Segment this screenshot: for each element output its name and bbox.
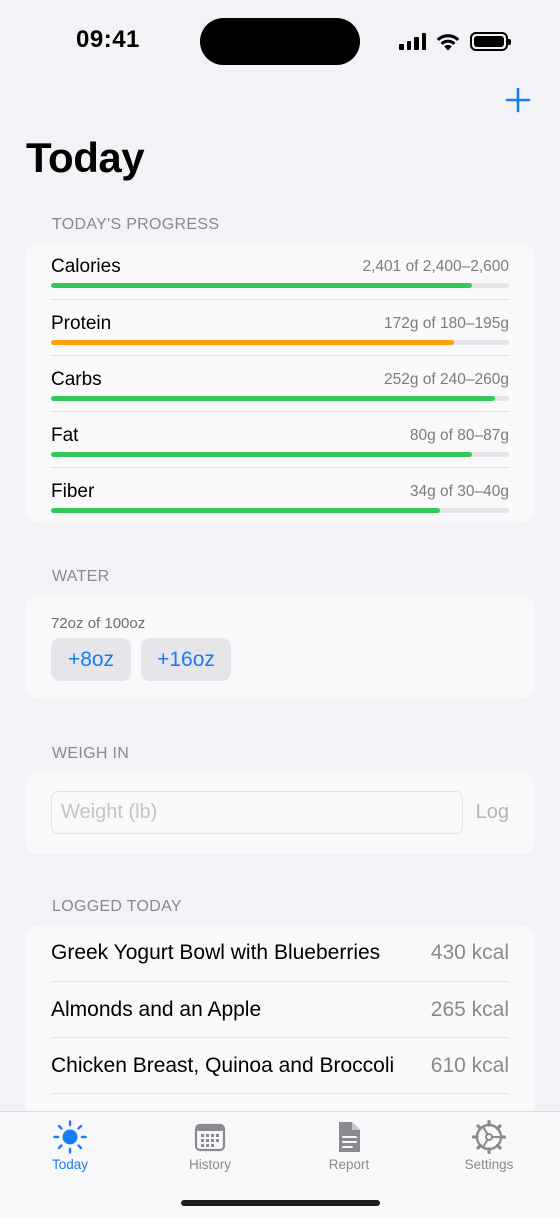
progress-value: 34g of 30–40g xyxy=(409,483,509,500)
tab-history[interactable]: History xyxy=(155,1120,265,1172)
progress-bar xyxy=(51,396,509,401)
tab-label: History xyxy=(188,1157,231,1172)
progress-fill xyxy=(51,340,455,345)
progress-label: Calories xyxy=(51,256,121,277)
list-item[interactable]: Almonds and an Apple 265 kcal xyxy=(51,981,509,1037)
food-name: Greek Yogurt Bowl with Blueberries xyxy=(51,941,381,964)
progress-label: Protein xyxy=(51,313,112,334)
water-section-header: WATER xyxy=(52,568,110,585)
food-kcal: 610 kcal xyxy=(430,1054,509,1077)
add-8oz-button[interactable]: +8oz xyxy=(51,638,131,681)
weigh-in-card: Log xyxy=(25,772,535,854)
food-name: Chicken Breast, Quinoa and Broccoli xyxy=(51,1054,395,1077)
progress-value: 2,401 of 2,400–2,600 xyxy=(362,258,509,275)
food-kcal: 430 kcal xyxy=(430,941,509,964)
dynamic-island xyxy=(200,18,360,65)
food-kcal: 265 kcal xyxy=(430,998,509,1021)
progress-bar xyxy=(51,340,509,345)
progress-label: Fat xyxy=(51,425,79,446)
status-bar: 09:41 xyxy=(0,0,560,80)
progress-section-header: TODAY'S PROGRESS xyxy=(52,216,220,233)
progress-card: Calories 2,401 of 2,400–2,600 Protein 17… xyxy=(25,243,535,523)
progress-row-fiber: Fiber 34g of 30–40g xyxy=(51,467,509,523)
sun-icon xyxy=(53,1120,87,1154)
tab-label: Settings xyxy=(464,1157,514,1172)
progress-fill xyxy=(51,283,473,288)
plus-icon[interactable] xyxy=(504,86,532,114)
tab-report[interactable]: Report xyxy=(294,1120,404,1172)
progress-bar xyxy=(51,452,509,457)
page-title: Today xyxy=(26,134,145,181)
add-16oz-button[interactable]: +16oz xyxy=(141,638,231,681)
weigh-in-section-header: WEIGH IN xyxy=(52,745,130,762)
status-time: 09:41 xyxy=(76,26,140,53)
progress-row-carbs: Carbs 252g of 240–260g xyxy=(51,355,509,411)
tab-settings[interactable]: Settings xyxy=(434,1120,544,1172)
logged-section-header: LOGGED TODAY xyxy=(52,898,182,915)
calendar-icon xyxy=(194,1123,226,1152)
progress-bar xyxy=(51,508,509,513)
progress-value: 80g of 80–87g xyxy=(409,427,509,444)
cellular-signal-icon xyxy=(399,32,426,50)
document-icon xyxy=(339,1122,360,1152)
weight-input[interactable] xyxy=(51,791,463,834)
log-button[interactable]: Log xyxy=(476,801,509,824)
progress-label: Fiber xyxy=(51,481,95,502)
gear-icon xyxy=(472,1120,506,1154)
progress-fill xyxy=(51,396,496,401)
tab-label: Report xyxy=(328,1157,370,1172)
food-name: Almonds and an Apple xyxy=(51,998,262,1021)
tab-label: Today xyxy=(51,1157,89,1172)
status-icons xyxy=(399,28,511,54)
battery-icon xyxy=(470,31,511,51)
tab-today[interactable]: Today xyxy=(15,1120,125,1172)
progress-value: 172g of 180–195g xyxy=(384,315,509,332)
list-item[interactable]: Chicken Breast, Quinoa and Broccoli 610 … xyxy=(51,1037,509,1093)
progress-value: 252g of 240–260g xyxy=(384,371,509,388)
progress-label: Carbs xyxy=(51,369,102,390)
progress-fill xyxy=(51,508,441,513)
progress-fill xyxy=(51,452,473,457)
water-card: 72oz of 100oz +8oz +16oz xyxy=(25,595,535,699)
progress-bar xyxy=(51,283,509,288)
wifi-icon xyxy=(436,33,460,50)
progress-row-calories: Calories 2,401 of 2,400–2,600 xyxy=(51,243,509,299)
progress-row-protein: Protein 172g of 180–195g xyxy=(51,299,509,355)
water-status: 72oz of 100oz xyxy=(51,615,146,632)
progress-row-fat: Fat 80g of 80–87g xyxy=(51,411,509,467)
home-indicator xyxy=(181,1200,380,1206)
logged-card: Greek Yogurt Bowl with Blueberries 430 k… xyxy=(25,925,535,1125)
list-item[interactable]: Greek Yogurt Bowl with Blueberries 430 k… xyxy=(51,925,509,981)
